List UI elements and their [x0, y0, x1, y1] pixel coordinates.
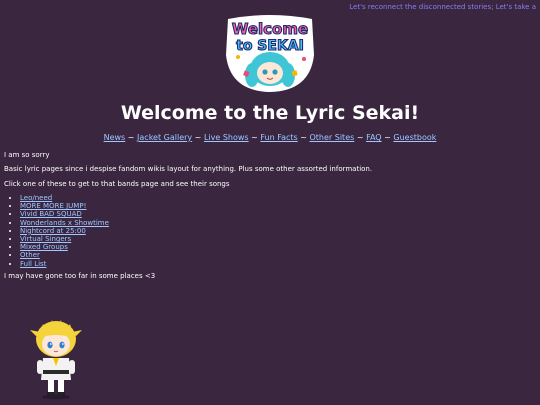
- band-link-leo-need[interactable]: Leo/need: [20, 194, 52, 202]
- list-item: Virtual Singers: [20, 235, 109, 243]
- nav-separator: ~: [125, 133, 138, 142]
- list-item: Nightcord at 25:00: [20, 227, 109, 235]
- list-item: Leo/need: [20, 194, 109, 202]
- band-link-vivid-bad-squad[interactable]: Vivid BAD SQUAD: [20, 210, 82, 218]
- band-list: Leo/need MORE MORE JUMP! Vivid BAD SQUAD…: [10, 194, 109, 268]
- welcome-logo: Welcome to SEKAI: [222, 13, 318, 93]
- marquee-text: Let's reconnect the disconnected stories…: [349, 3, 536, 11]
- list-item: Mixed Groups: [20, 243, 109, 251]
- band-link-mixed-groups[interactable]: Mixed Groups: [20, 243, 68, 251]
- outro-text: I may have gone too far in some places <…: [4, 272, 156, 280]
- intro-description: Basic lyric pages since i despise fandom…: [4, 165, 373, 173]
- nav-guestbook-link[interactable]: Guestbook: [393, 133, 436, 142]
- nav-separator: ~: [381, 133, 394, 142]
- nav-separator: ~: [192, 133, 204, 142]
- nav-fun-facts-link[interactable]: Fun Facts: [260, 133, 297, 142]
- band-link-more-more-jump[interactable]: MORE MORE JUMP!: [20, 202, 86, 210]
- band-link-full-list[interactable]: Full List: [20, 260, 46, 268]
- nav-separator: ~: [354, 133, 367, 142]
- nav-separator: ~: [297, 133, 310, 142]
- band-link-wonderlands-showtime[interactable]: Wonderlands x Showtime: [20, 219, 109, 227]
- list-item: Vivid BAD SQUAD: [20, 210, 109, 218]
- nav-news-link[interactable]: News: [104, 133, 126, 142]
- intro-instructions: Click one of these to get to that bands …: [4, 180, 230, 188]
- nav-live-shows-link[interactable]: Live Shows: [204, 133, 249, 142]
- nav-separator: ~: [248, 133, 261, 142]
- band-link-other[interactable]: Other: [20, 251, 40, 259]
- nav-jacket-gallery-link[interactable]: Jacket Gallery: [137, 133, 192, 142]
- len-chibi-image: [28, 312, 84, 400]
- list-item: Other: [20, 251, 109, 259]
- logo-line2: to SEKAI: [236, 38, 304, 54]
- list-item: Full List: [20, 260, 109, 268]
- page-title: Welcome to the Lyric Sekai!: [120, 102, 420, 124]
- band-link-nightcord[interactable]: Nightcord at 25:00: [20, 227, 86, 235]
- logo-line1: Welcome: [232, 20, 308, 38]
- nav-faq-link[interactable]: FAQ: [366, 133, 382, 142]
- nav-other-sites-link[interactable]: Other Sites: [310, 133, 355, 142]
- main-nav: News ~ Jacket Gallery ~ Live Shows ~ Fun…: [0, 133, 540, 142]
- list-item: MORE MORE JUMP!: [20, 202, 109, 210]
- band-link-virtual-singers[interactable]: Virtual Singers: [20, 235, 71, 243]
- list-item: Wonderlands x Showtime: [20, 219, 109, 227]
- intro-apology: I am so sorry: [4, 151, 50, 159]
